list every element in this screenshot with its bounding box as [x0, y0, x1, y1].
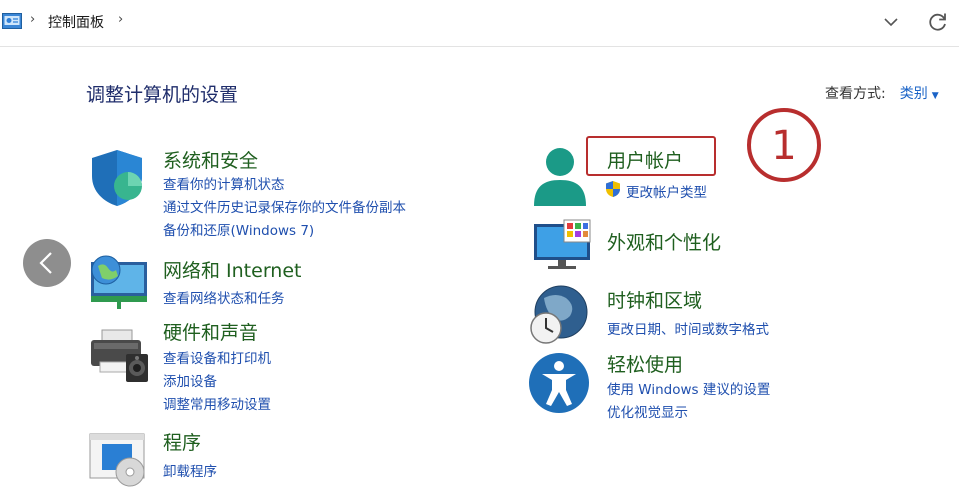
- link-change-date-time[interactable]: 更改日期、时间或数字格式: [607, 318, 769, 338]
- view-mode-label: 查看方式:: [825, 86, 886, 102]
- link-optimize-visual-display[interactable]: 优化视觉显示: [607, 401, 688, 421]
- ease-of-access-icon[interactable]: [528, 352, 590, 414]
- link-uninstall-program[interactable]: 卸载程序: [163, 460, 217, 480]
- link-mobility-settings[interactable]: 调整常用移动设置: [163, 393, 271, 413]
- appearance-monitor-icon[interactable]: [532, 218, 592, 272]
- uac-shield-icon: [606, 181, 620, 197]
- page-title: 调整计算机的设置: [86, 84, 239, 106]
- link-add-device[interactable]: 添加设备: [163, 370, 217, 390]
- annotation-highlight-box: [586, 136, 716, 176]
- link-backup-restore[interactable]: 备份和还原(Windows 7): [163, 219, 314, 239]
- view-mode-selector[interactable]: 查看方式: 类别 ▼: [825, 83, 939, 103]
- link-network-status[interactable]: 查看网络状态和任务: [163, 287, 285, 307]
- network-globe-icon[interactable]: [88, 252, 150, 310]
- category-network-internet[interactable]: 网络和 Internet: [163, 256, 301, 283]
- security-shield-icon[interactable]: [88, 148, 146, 208]
- address-bar: › 控制面板 ›: [0, 0, 959, 47]
- clock-region-icon[interactable]: [528, 284, 590, 346]
- annotation-step-marker: 1: [747, 108, 821, 182]
- chevron-right-icon: ›: [30, 12, 36, 27]
- category-programs[interactable]: 程序: [163, 428, 201, 455]
- caret-down-icon[interactable]: ▼: [932, 91, 939, 101]
- programs-icon[interactable]: [88, 432, 150, 488]
- annotation-marker-text: 1: [771, 123, 796, 169]
- breadcrumb-control-panel[interactable]: 控制面板: [48, 12, 104, 32]
- back-button[interactable]: [23, 239, 71, 287]
- link-file-history-backup[interactable]: 通过文件历史记录保存你的文件备份副本: [163, 196, 406, 216]
- chevron-right-icon[interactable]: ›: [118, 12, 123, 27]
- link-view-computer-status[interactable]: 查看你的计算机状态: [163, 173, 285, 193]
- refresh-icon[interactable]: [926, 10, 950, 34]
- view-mode-value[interactable]: 类别: [900, 86, 928, 102]
- control-panel-icon: [2, 13, 22, 29]
- user-account-icon[interactable]: [530, 146, 590, 208]
- chevron-down-icon[interactable]: [880, 11, 902, 33]
- category-ease-of-access[interactable]: 轻松使用: [607, 350, 683, 377]
- category-system-security[interactable]: 系统和安全: [163, 146, 258, 173]
- category-clock-region[interactable]: 时钟和区域: [607, 286, 702, 313]
- link-windows-recommended-settings[interactable]: 使用 Windows 建议的设置: [607, 378, 770, 398]
- printer-speaker-icon[interactable]: [88, 328, 150, 384]
- link-change-account-type[interactable]: 更改帐户类型: [626, 181, 707, 201]
- chevron-left-icon: [39, 252, 52, 274]
- category-hardware-sound[interactable]: 硬件和声音: [163, 318, 258, 345]
- link-devices-printers[interactable]: 查看设备和打印机: [163, 347, 271, 367]
- category-appearance-personalization[interactable]: 外观和个性化: [607, 228, 721, 255]
